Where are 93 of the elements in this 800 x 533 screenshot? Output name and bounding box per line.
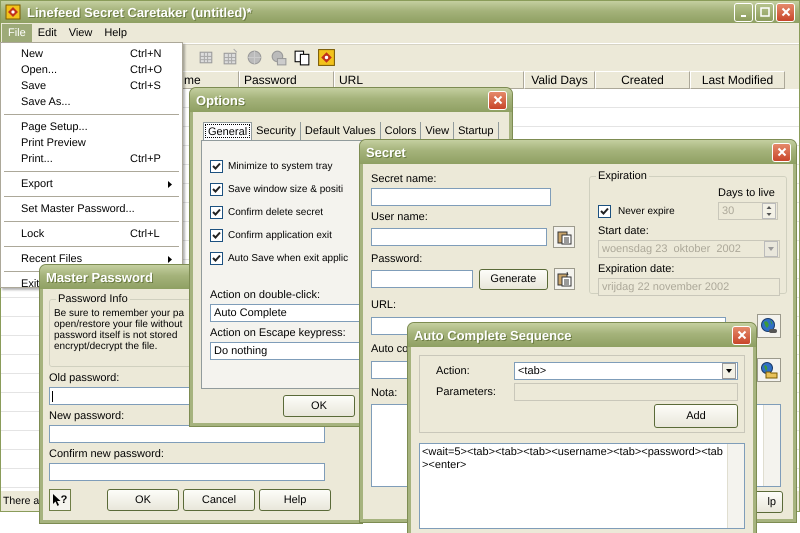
menu-item[interactable]: Edit xyxy=(32,24,63,42)
dialog-button[interactable]: OK xyxy=(107,489,179,511)
app-icon[interactable] xyxy=(317,48,336,66)
field-label: Secret name: xyxy=(371,173,436,186)
status-text: There a xyxy=(3,495,40,507)
field-label: Parameters: xyxy=(435,386,497,398)
submenu-arrow-icon xyxy=(168,180,172,188)
dialog-title: Master Password xyxy=(46,270,153,284)
field-label: URL: xyxy=(371,299,396,312)
text-field[interactable] xyxy=(371,188,551,206)
group-title: Expiration xyxy=(596,170,649,182)
globe-folder-icon[interactable] xyxy=(757,358,781,382)
field-label: Days to live xyxy=(718,187,775,200)
dialog-title: Auto Complete Sequence xyxy=(414,328,572,342)
paste-icon[interactable] xyxy=(553,226,575,248)
checkbox[interactable] xyxy=(210,160,223,173)
checkbox[interactable] xyxy=(598,204,611,218)
field-label: Password: xyxy=(371,253,422,266)
add-button[interactable]: Add xyxy=(654,404,738,428)
scrollbar[interactable] xyxy=(727,444,744,528)
sequence-textarea[interactable]: <wait=5><tab><tab><tab><username><tab><password><tab><enter> xyxy=(419,443,745,529)
pointer-icon xyxy=(52,494,61,506)
menu-item[interactable]: Save Ctrl+S xyxy=(3,78,180,94)
dialog-button[interactable]: Help xyxy=(259,489,331,511)
field-label: Confirm new password: xyxy=(49,448,164,461)
submenu-arrow-icon xyxy=(168,256,172,262)
menu-item[interactable]: Help xyxy=(98,24,133,42)
field-label: Start date: xyxy=(598,225,649,238)
checkbox-label: Confirm delete secret xyxy=(228,207,324,218)
menu-item[interactable]: View xyxy=(62,24,98,42)
checkbox-label: Auto Save when exit applic xyxy=(228,253,348,264)
generate-button[interactable]: Generate xyxy=(479,268,548,290)
close-button[interactable] xyxy=(772,142,791,162)
checkbox[interactable] xyxy=(210,252,223,265)
close-button[interactable] xyxy=(776,2,795,22)
text-field[interactable] xyxy=(371,228,548,246)
field-label: Action on Escape keypress: xyxy=(210,327,346,340)
window-title: Linefeed Secret Caretaker (untitled)* xyxy=(27,4,252,20)
field-label: New password: xyxy=(49,410,124,423)
checkbox-label: Confirm application exit xyxy=(228,230,332,241)
close-icon xyxy=(736,330,746,340)
scrollbar[interactable] xyxy=(763,405,780,486)
field-label: Action on double-click: xyxy=(210,289,320,302)
group-title: Password Info xyxy=(56,293,130,305)
checkbox-label: Never expire xyxy=(618,206,675,216)
help-pointer-button[interactable]: ? xyxy=(49,489,71,511)
dropdown[interactable]: Auto Complete xyxy=(210,304,360,322)
dropdown[interactable]: <tab> xyxy=(514,362,738,380)
maximize-button[interactable] xyxy=(755,2,774,22)
menu-item[interactable]: Print... Ctrl+P xyxy=(3,151,180,167)
close-icon xyxy=(492,95,502,105)
copy-icon[interactable] xyxy=(293,48,312,66)
checkbox[interactable] xyxy=(210,206,223,219)
password-field[interactable] xyxy=(49,463,325,481)
field-label: Nota: xyxy=(371,387,398,400)
close-icon xyxy=(776,147,786,157)
column-header[interactable]: Last Modified xyxy=(690,71,785,89)
menu-item[interactable]: Print Preview xyxy=(3,135,180,151)
minimize-icon xyxy=(741,15,746,17)
password-field[interactable] xyxy=(371,270,474,288)
dialog-button[interactable]: Cancel xyxy=(183,489,255,511)
checkbox[interactable] xyxy=(210,183,223,196)
menu-item[interactable]: Export xyxy=(3,176,180,192)
dropdown[interactable]: Do nothing xyxy=(210,342,360,360)
dialog-title: Options xyxy=(196,92,246,108)
menu-item[interactable]: Recent Files xyxy=(3,251,180,267)
menu-item[interactable]: Open... Ctrl+O xyxy=(3,62,180,78)
ok-button[interactable]: OK xyxy=(283,395,355,417)
column-header[interactable]: Created xyxy=(595,71,690,89)
close-icon xyxy=(780,7,790,17)
menu-item[interactable]: Save As... xyxy=(3,94,180,110)
column-header[interactable]: Valid Days xyxy=(524,71,595,89)
menu-item[interactable]: New Ctrl+N xyxy=(3,46,180,62)
menu-item[interactable]: Lock Ctrl+L xyxy=(3,226,180,242)
field-label: Expiration date: xyxy=(598,263,674,276)
maximize-icon xyxy=(760,7,770,17)
field-label: User name: xyxy=(371,211,428,224)
field-label: Old password: xyxy=(49,372,120,385)
tab[interactable]: General xyxy=(203,122,252,140)
menu-item[interactable]: Set Master Password... xyxy=(3,201,180,217)
dialog-title: Secret xyxy=(366,144,406,160)
menu-item[interactable]: Page Setup... xyxy=(3,119,180,135)
paste-icon[interactable] xyxy=(554,268,575,290)
field-label: Action: xyxy=(435,365,471,377)
checkbox-label: Save window size & positi xyxy=(228,184,344,195)
app-icon xyxy=(5,4,21,20)
close-button[interactable] xyxy=(732,326,751,344)
info-text: Be sure to remember your pa open/restore your file without password itself is not stored encrypt/decrypt the file. xyxy=(54,308,184,352)
minimize-button[interactable] xyxy=(734,2,753,22)
checkbox[interactable] xyxy=(210,229,223,242)
checkbox-label: Minimize to system tray xyxy=(228,161,332,172)
password-field[interactable] xyxy=(49,425,325,443)
close-button[interactable] xyxy=(488,90,507,110)
